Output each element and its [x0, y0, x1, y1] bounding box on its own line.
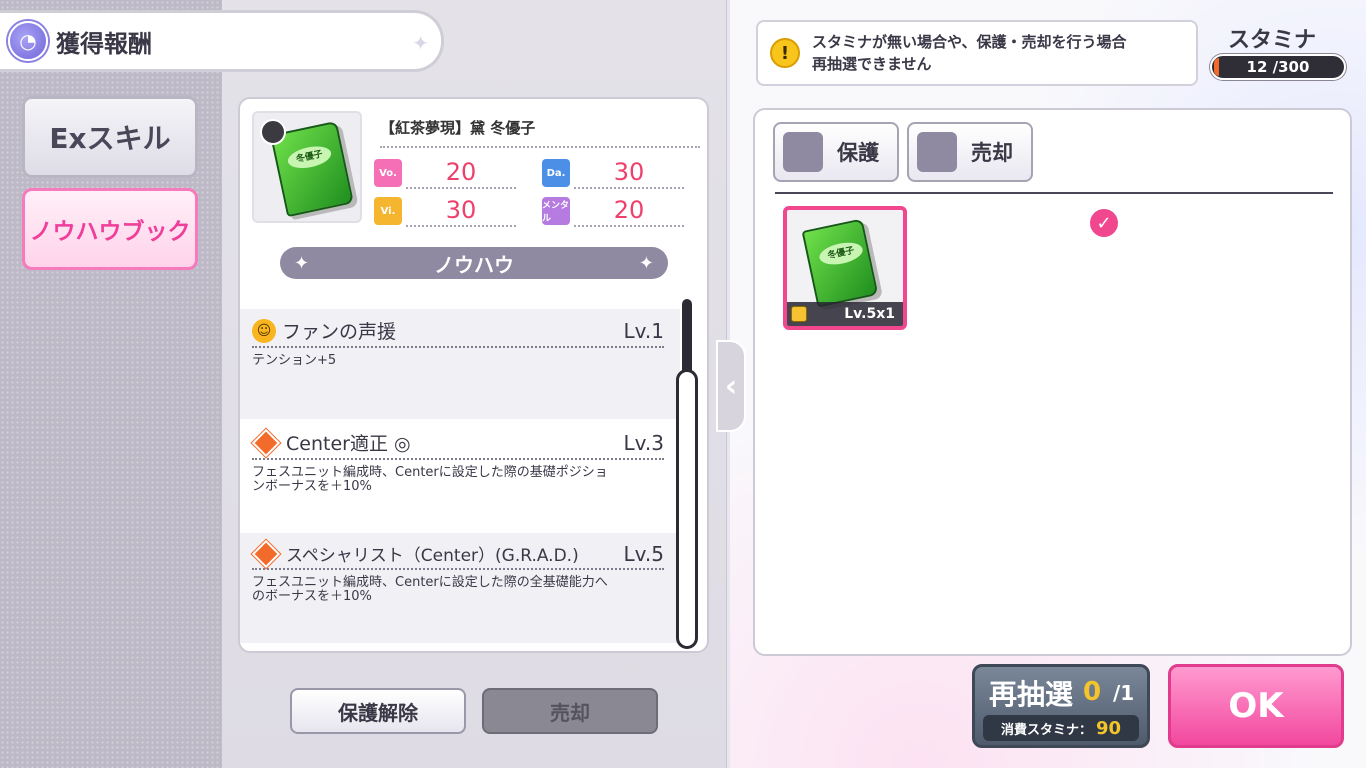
- inventory-panel: 保護 売却 冬優子 Lv.5x1: [753, 108, 1352, 656]
- skill-head: ☺ ファンの声援 Lv.1: [252, 317, 664, 348]
- sparkle-icon: ✦: [412, 31, 429, 55]
- edit-icon[interactable]: [260, 119, 286, 145]
- stat-visual: Vi. 30: [374, 195, 516, 227]
- ok-button-label: OK: [1228, 686, 1284, 726]
- notice-line-1: スタミナが無い場合や、保護・売却を行う場合: [812, 33, 1127, 51]
- filter-protect-label: 保護: [837, 141, 879, 165]
- inventory-divider: [775, 192, 1333, 194]
- item-name: 【紅茶夢現】黛 冬優子: [380, 117, 700, 148]
- skill-head: スペシャリスト（Center）(G.R.A.D.) Lv.5: [251, 539, 664, 570]
- skill-level: Lv.3: [623, 430, 664, 455]
- item-thumbnail: 冬優子: [252, 111, 362, 223]
- notice-text: スタミナが無い場合や、保護・売却を行う場合 再抽選できません: [812, 31, 1127, 75]
- filter-sell-toggle[interactable]: 売却: [907, 122, 1033, 182]
- stamina-label: スタミナ: [1228, 28, 1317, 53]
- diamond-icon: [251, 539, 281, 568]
- warning-icon: !: [770, 38, 800, 68]
- inventory-item[interactable]: 冬優子 Lv.5x1: [783, 206, 907, 330]
- filter-protect-toggle[interactable]: 保護: [773, 122, 899, 182]
- stat-mental: メンタル 20: [542, 195, 684, 227]
- reroll-button[interactable]: 再抽選 0 /1 消費スタミナ： 90: [972, 664, 1150, 748]
- scrollbar-track[interactable]: [676, 369, 698, 649]
- skill-level: Lv.5: [623, 541, 664, 566]
- mental-icon: メンタル: [542, 197, 570, 225]
- reroll-cost-label: 消費スタミナ：: [1000, 722, 1092, 738]
- stamina-bar: 12 /300: [1210, 54, 1346, 80]
- knowhow-book-icon: 冬優子: [801, 218, 879, 308]
- stat-vocal: Vo. 20: [374, 157, 516, 189]
- checkbox-icon: [917, 132, 957, 172]
- book-cover-label: 冬優子: [817, 239, 865, 268]
- unprotect-button-label: 保護解除: [338, 700, 418, 725]
- skill-name-label: スペシャリスト（Center）(G.R.A.D.): [286, 546, 579, 566]
- skill-description: テンション+5: [252, 353, 337, 368]
- reroll-count: 0: [1083, 677, 1102, 707]
- stat-vocal-value: 20: [406, 157, 516, 189]
- filter-sell-label: 売却: [971, 141, 1013, 165]
- diamond-icon: [251, 428, 281, 457]
- vocal-icon: Vo.: [374, 159, 402, 187]
- skill-level: Lv.1: [623, 318, 664, 343]
- ok-button[interactable]: OK: [1168, 664, 1344, 748]
- lock-icon: [791, 306, 807, 322]
- checkbox-icon: [783, 132, 823, 172]
- tab-ex-skill[interactable]: Exスキル: [22, 96, 198, 178]
- tab-ex-skill-label: Exスキル: [49, 122, 171, 155]
- stat-visual-value: 30: [406, 195, 516, 227]
- tab-knowhow-book-label: ノウハウブック: [29, 219, 191, 245]
- page-title: 獲得報酬: [56, 29, 152, 58]
- skill-name: Center適正 ◎: [251, 428, 411, 457]
- stat-mental-value: 20: [574, 195, 684, 227]
- stat-dance: Da. 30: [542, 157, 684, 189]
- check-icon: ✓: [1087, 206, 1121, 240]
- visual-icon: Vi.: [374, 197, 402, 225]
- warning-notice: ! スタミナが無い場合や、保護・売却を行う場合 再抽選できません: [756, 20, 1198, 86]
- reroll-title: 再抽選: [989, 678, 1074, 711]
- skill-description: フェスユニット編成時、Centerに設定した際の基礎ポジションボーナスを＋10%: [252, 465, 608, 494]
- book-cover-label: 冬優子: [285, 142, 334, 172]
- sell-button-label: 売却: [550, 700, 590, 725]
- skill-name-label: ファンの声援: [282, 321, 397, 343]
- skill-name: ☺ ファンの声援: [252, 317, 396, 344]
- sparkle-right-icon: ✦: [638, 252, 654, 274]
- reroll-total: /1: [1113, 681, 1135, 705]
- reward-icon: ◔: [8, 21, 48, 61]
- knowhow-banner: ✦ ノウハウ ✦: [280, 247, 668, 279]
- skill-head: Center適正 ◎ Lv.3: [251, 428, 664, 460]
- skill-name: スペシャリスト（Center）(G.R.A.D.): [251, 539, 579, 568]
- smile-icon: ☺: [252, 318, 276, 343]
- list-item: スペシャリスト（Center）(G.R.A.D.) Lv.5 フェスユニット編成…: [240, 533, 680, 643]
- notice-line-2: 再抽選できません: [812, 55, 932, 73]
- item-detail-card: 冬優子 【紅茶夢現】黛 冬優子 Vo. 20 Da. 30 Vi. 30 メンタ…: [238, 97, 709, 653]
- skill-name-label: Center適正 ◎: [286, 433, 411, 455]
- reroll-cost-value: 90: [1095, 717, 1122, 739]
- skill-description: フェスユニット編成時、Centerに設定した際の全基礎能力へのボーナスを＋10%: [252, 575, 608, 604]
- sparkle-left-icon: ✦: [294, 252, 310, 274]
- reroll-cost: 消費スタミナ： 90: [983, 715, 1139, 741]
- stat-dance-value: 30: [574, 157, 684, 189]
- dance-icon: Da.: [542, 159, 570, 187]
- scrollbar-thumb[interactable]: [682, 299, 692, 375]
- sell-button[interactable]: 売却: [482, 688, 658, 734]
- list-item: Center適正 ◎ Lv.3 フェスユニット編成時、Centerに設定した際の…: [240, 421, 680, 531]
- knowhow-banner-label: ノウハウ: [434, 252, 514, 277]
- unprotect-button[interactable]: 保護解除: [290, 688, 466, 734]
- stamina-value: 12 /300: [1246, 58, 1310, 76]
- collapse-panel-button[interactable]: ‹: [716, 340, 746, 432]
- list-item: ☺ ファンの声援 Lv.1 テンション+5: [240, 309, 680, 419]
- tab-knowhow-book[interactable]: ノウハウブック: [22, 188, 198, 270]
- chevron-left-icon: ‹: [724, 368, 738, 404]
- page-header: ◔ 獲得報酬 ✦: [0, 10, 444, 72]
